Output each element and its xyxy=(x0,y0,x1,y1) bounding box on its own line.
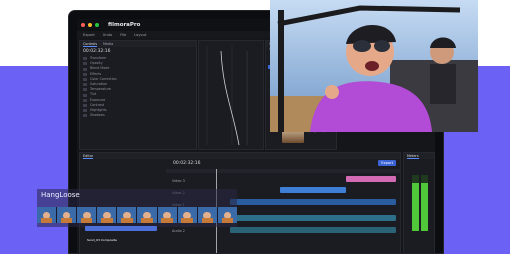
filmstrip-overlay: HangLoose xyxy=(37,189,237,227)
tab-controls[interactable]: Controls xyxy=(83,42,98,47)
meter-tabbar: Meters xyxy=(404,153,434,159)
filmstrip-frame[interactable] xyxy=(137,207,157,223)
selected-media-label: Sand_03 Composite xyxy=(87,238,117,242)
export-button[interactable]: Export xyxy=(378,160,396,166)
minimize-dot-icon[interactable] xyxy=(88,23,92,27)
audio-meter-panel: Meters xyxy=(403,152,435,253)
filmstrip-frame[interactable] xyxy=(117,207,137,223)
controls-timecode: 00:02:32:16 xyxy=(83,49,111,54)
controls-panel: Controls Media 00:02:32:16 Transform Opa… xyxy=(79,40,197,150)
video-clip[interactable]: Sand_03.mp4 xyxy=(280,187,346,203)
filmstrip-frame[interactable] xyxy=(197,207,217,223)
dune-buggy-image xyxy=(270,0,478,132)
time-ruler[interactable] xyxy=(166,169,400,173)
filmstrip-frame[interactable] xyxy=(177,207,197,223)
timeline-tabbar: Editor xyxy=(80,153,400,159)
filmstrip-frame[interactable] xyxy=(57,207,77,223)
filmstrip-frame[interactable] xyxy=(157,207,177,223)
audio-meter-right xyxy=(421,175,428,231)
menu-item-undo[interactable]: Undo xyxy=(103,33,112,37)
filmstrip-frame[interactable] xyxy=(77,207,97,223)
audio-clip[interactable] xyxy=(230,227,396,233)
keyframe-curve[interactable] xyxy=(199,41,264,149)
track-label: Video 3 xyxy=(172,179,185,183)
tab-meters[interactable]: Meters xyxy=(407,154,419,159)
tab-media-left[interactable]: Media xyxy=(103,42,113,46)
control-row[interactable]: Shadows xyxy=(80,113,196,118)
filmstrip-frame[interactable] xyxy=(217,207,237,223)
app-name: filmoraPro xyxy=(108,22,141,28)
video-clip[interactable] xyxy=(230,199,396,205)
audio-clip[interactable] xyxy=(230,215,396,221)
tab-editor[interactable]: Editor xyxy=(83,154,94,159)
filmstrip-frame[interactable] xyxy=(97,207,117,223)
preview-photo xyxy=(270,0,478,132)
filmstrip-frame[interactable] xyxy=(37,207,57,223)
selected-media-bar[interactable]: Sand_03 Composite xyxy=(85,226,157,242)
video-clip[interactable] xyxy=(346,176,396,182)
audio-meter-left xyxy=(412,175,419,231)
menu-item-file[interactable]: File xyxy=(120,33,126,37)
maximize-dot-icon[interactable] xyxy=(95,23,99,27)
timeline-timecode: 00:02:32:16 xyxy=(173,161,201,166)
track-label: Audio 2 xyxy=(172,229,185,233)
filmstrip-title: HangLoose xyxy=(41,191,80,199)
menu-item-layout[interactable]: Layout xyxy=(134,33,146,37)
menu-item-export[interactable]: Export xyxy=(83,33,95,37)
close-dot-icon[interactable] xyxy=(81,23,85,27)
filmstrip-frames xyxy=(37,207,237,223)
graph-panel xyxy=(198,40,264,150)
